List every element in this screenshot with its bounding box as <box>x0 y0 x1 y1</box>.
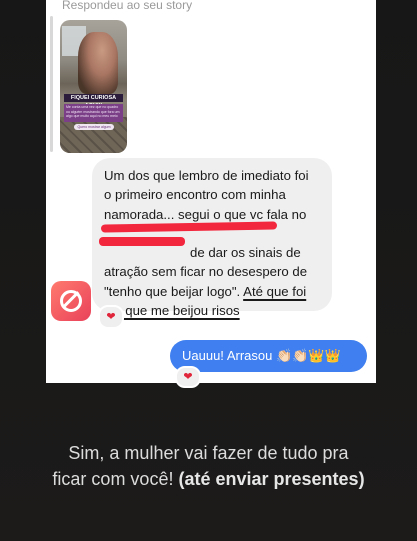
heart-reaction-icon[interactable]: ❤ <box>175 366 201 388</box>
outgoing-message-bubble[interactable]: Uauuu! Arrasou 👏🏻👏🏻👑👑 <box>170 340 367 372</box>
caption-bold: (até enviar presentes) <box>178 469 365 489</box>
message-line-4: de dar os sinais de <box>190 245 301 261</box>
message-line-6: "tenho que beijar logo". <box>104 283 241 299</box>
story-caption: Me conta uma vez que no quadro ou alguém… <box>64 104 123 122</box>
story-screen: Respondeu ao seu story FIQUEI CURIOSA AQ… <box>0 0 417 541</box>
message-line-5: atração sem ficar no desespero de <box>104 264 308 280</box>
message-line-2: o primeiro encontro com minha <box>104 187 286 203</box>
heart-reaction-icon[interactable]: ❤ <box>98 305 124 329</box>
story-person-image <box>78 32 118 94</box>
caption-line-1: Sim, a mulher vai fazer de tudo pra <box>68 443 349 463</box>
avatar[interactable] <box>51 281 91 321</box>
message-line-3: namorada... segui o que vc fala no <box>104 206 307 222</box>
reply-indicator-bar <box>50 16 53 152</box>
story-reply-label: Respondeu ao seu story <box>62 0 193 12</box>
underlined-text-2: ela que me beijou risos <box>104 303 240 319</box>
story-button: Quero mostrar algum <box>74 124 114 130</box>
underlined-text-1: Até que foi <box>243 283 307 299</box>
message-line-1: Um dos que lembro de imediato foi <box>104 168 309 183</box>
story-floor-pattern <box>60 117 127 153</box>
story-tag: FIQUEI CURIOSA AQUI!! <box>64 94 123 109</box>
story-thumbnail[interactable]: FIQUEI CURIOSA AQUI!! Me conta uma vez q… <box>60 20 127 153</box>
story-caption-text: Sim, a mulher vai fazer de tudo pra fica… <box>20 440 397 492</box>
redaction-scribble <box>99 237 185 246</box>
caption-line-2: ficar com você! <box>52 469 174 489</box>
